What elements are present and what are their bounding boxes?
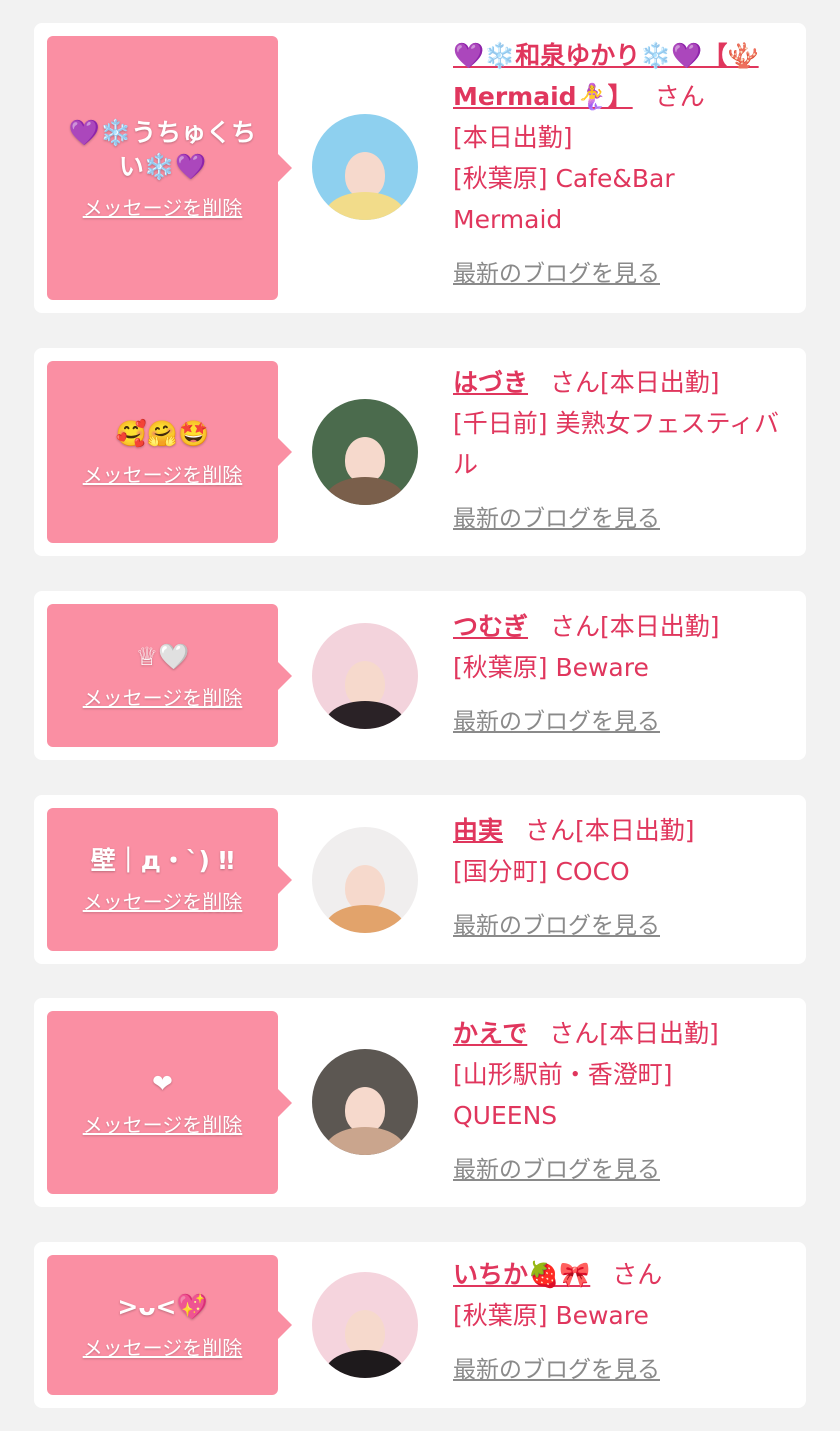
message-bubble: 壁｜д・`) ‼ メッセージを削除: [47, 808, 292, 951]
cast-info: いちか🍓🎀 さん [秋葉原] Beware 最新のブログを見る: [453, 1254, 786, 1391]
latest-blog-link[interactable]: 最新のブログを見る: [453, 254, 660, 295]
delete-message-link[interactable]: メッセージを削除: [83, 1109, 243, 1138]
message-list: 💜❄️うちゅくちい❄️💜 メッセージを削除 💜❄️和泉ゆかり❄️💜【🪸Merma…: [0, 0, 840, 1431]
message-card: 壁｜д・`) ‼ メッセージを削除 由実 さん[本日出勤] [国分町] COCO …: [34, 795, 806, 964]
latest-blog-link[interactable]: 最新のブログを見る: [453, 1350, 660, 1391]
message-card: ❤ メッセージを削除 かえで さん[本日出勤] [山形駅前・香澄町] QUEENS…: [34, 998, 806, 1207]
name-row: 💜❄️和泉ゆかり❄️💜【🪸Mermaid🧜‍♀️】 さん: [453, 35, 786, 117]
honorific: さん: [525, 816, 576, 845]
honorific: さん: [550, 368, 601, 397]
honorific: さん: [612, 1260, 663, 1289]
honorific: さん: [550, 612, 601, 641]
name-row: つむぎ さん[本日出勤]: [453, 606, 786, 647]
honorific: さん: [654, 82, 705, 111]
avatar[interactable]: [312, 1049, 418, 1155]
cast-name-link[interactable]: かえで: [453, 1019, 527, 1048]
message-text: 🥰🤗🤩: [115, 418, 210, 448]
avatar[interactable]: [312, 827, 418, 933]
message-text: 壁｜д・`) ‼: [90, 846, 235, 875]
cast-info: かえで さん[本日出勤] [山形駅前・香澄町] QUEENS 最新のブログを見る: [453, 1013, 786, 1191]
avatar[interactable]: [312, 114, 418, 220]
shift-status: [本日出勤]: [599, 1019, 719, 1048]
shift-status: [本日出勤]: [453, 123, 573, 152]
message-bubble: ❤ メッセージを削除: [47, 1011, 292, 1194]
message-text: ♕🤍: [135, 642, 190, 671]
avatar-body: [325, 1350, 405, 1378]
avatar-body: [325, 1127, 405, 1155]
name-row: はづき さん[本日出勤]: [453, 362, 786, 403]
message-bubble: >ᴗ<💖 メッセージを削除: [47, 1255, 292, 1395]
message-bubble: 💜❄️うちゅくちい❄️💜 メッセージを削除: [47, 36, 292, 300]
delete-message-link[interactable]: メッセージを削除: [83, 192, 243, 221]
cast-name-link[interactable]: 由実: [453, 816, 503, 845]
name-row: いちか🍓🎀 さん: [453, 1254, 786, 1295]
message-text: >ᴗ<💖: [117, 1291, 208, 1321]
store-name: [秋葉原] Cafe&Bar Mermaid: [453, 164, 675, 234]
shift-status: [本日出勤]: [600, 368, 720, 397]
store-name: [秋葉原] Beware: [453, 1301, 649, 1330]
avatar-body: [325, 701, 405, 729]
cast-name-link[interactable]: つむぎ: [453, 612, 528, 641]
latest-blog-link[interactable]: 最新のブログを見る: [453, 702, 660, 743]
latest-blog-link[interactable]: 最新のブログを見る: [453, 906, 660, 947]
avatar[interactable]: [312, 399, 418, 505]
latest-blog-link[interactable]: 最新のブログを見る: [453, 499, 660, 540]
avatar-body: [325, 192, 405, 220]
message-card: >ᴗ<💖 メッセージを削除 いちか🍓🎀 さん [秋葉原] Beware 最新のブロ…: [34, 1242, 806, 1408]
store-name: [千日前] 美熟女フェスティバル: [453, 409, 779, 479]
message-text: ❤: [152, 1069, 173, 1098]
delete-message-link[interactable]: メッセージを削除: [83, 682, 243, 711]
cast-name-link[interactable]: はづき: [453, 368, 528, 397]
message-bubble: 🥰🤗🤩 メッセージを削除: [47, 361, 292, 543]
message-card: 💜❄️うちゅくちい❄️💜 メッセージを削除 💜❄️和泉ゆかり❄️💜【🪸Merma…: [34, 23, 806, 313]
avatar-body: [325, 477, 405, 505]
cast-info: 💜❄️和泉ゆかり❄️💜【🪸Mermaid🧜‍♀️】 さん [本日出勤] [秋葉原]…: [453, 35, 786, 295]
message-card: ♕🤍 メッセージを削除 つむぎ さん[本日出勤] [秋葉原] Beware 最新の…: [34, 591, 806, 760]
shift-status: [本日出勤]: [600, 612, 720, 641]
store-name: [国分町] COCO: [453, 857, 630, 886]
name-row: かえで さん[本日出勤]: [453, 1013, 786, 1054]
cast-name-link[interactable]: いちか🍓🎀: [453, 1260, 590, 1289]
name-row: 由実 さん[本日出勤]: [453, 810, 786, 851]
message-text: 💜❄️うちゅくちい❄️💜: [68, 117, 257, 181]
cast-info: 由実 さん[本日出勤] [国分町] COCO 最新のブログを見る: [453, 810, 786, 947]
avatar[interactable]: [312, 623, 418, 729]
shift-status: [本日出勤]: [575, 816, 695, 845]
avatar[interactable]: [312, 1272, 418, 1378]
store-name: [秋葉原] Beware: [453, 653, 649, 682]
avatar-body: [325, 905, 405, 933]
cast-info: つむぎ さん[本日出勤] [秋葉原] Beware 最新のブログを見る: [453, 606, 786, 743]
honorific: さん: [549, 1019, 600, 1048]
delete-message-link[interactable]: メッセージを削除: [83, 459, 243, 488]
message-card: 🥰🤗🤩 メッセージを削除 はづき さん[本日出勤] [千日前] 美熟女フェスティバ…: [34, 348, 806, 556]
latest-blog-link[interactable]: 最新のブログを見る: [453, 1150, 660, 1191]
store-name: [山形駅前・香澄町] QUEENS: [453, 1060, 673, 1130]
cast-name-link[interactable]: 💜❄️和泉ゆかり❄️💜【🪸Mermaid🧜‍♀️】: [453, 41, 759, 111]
message-bubble: ♕🤍 メッセージを削除: [47, 604, 292, 747]
delete-message-link[interactable]: メッセージを削除: [83, 1332, 243, 1361]
delete-message-link[interactable]: メッセージを削除: [83, 886, 243, 915]
cast-info: はづき さん[本日出勤] [千日前] 美熟女フェスティバル 最新のブログを見る: [453, 362, 786, 540]
